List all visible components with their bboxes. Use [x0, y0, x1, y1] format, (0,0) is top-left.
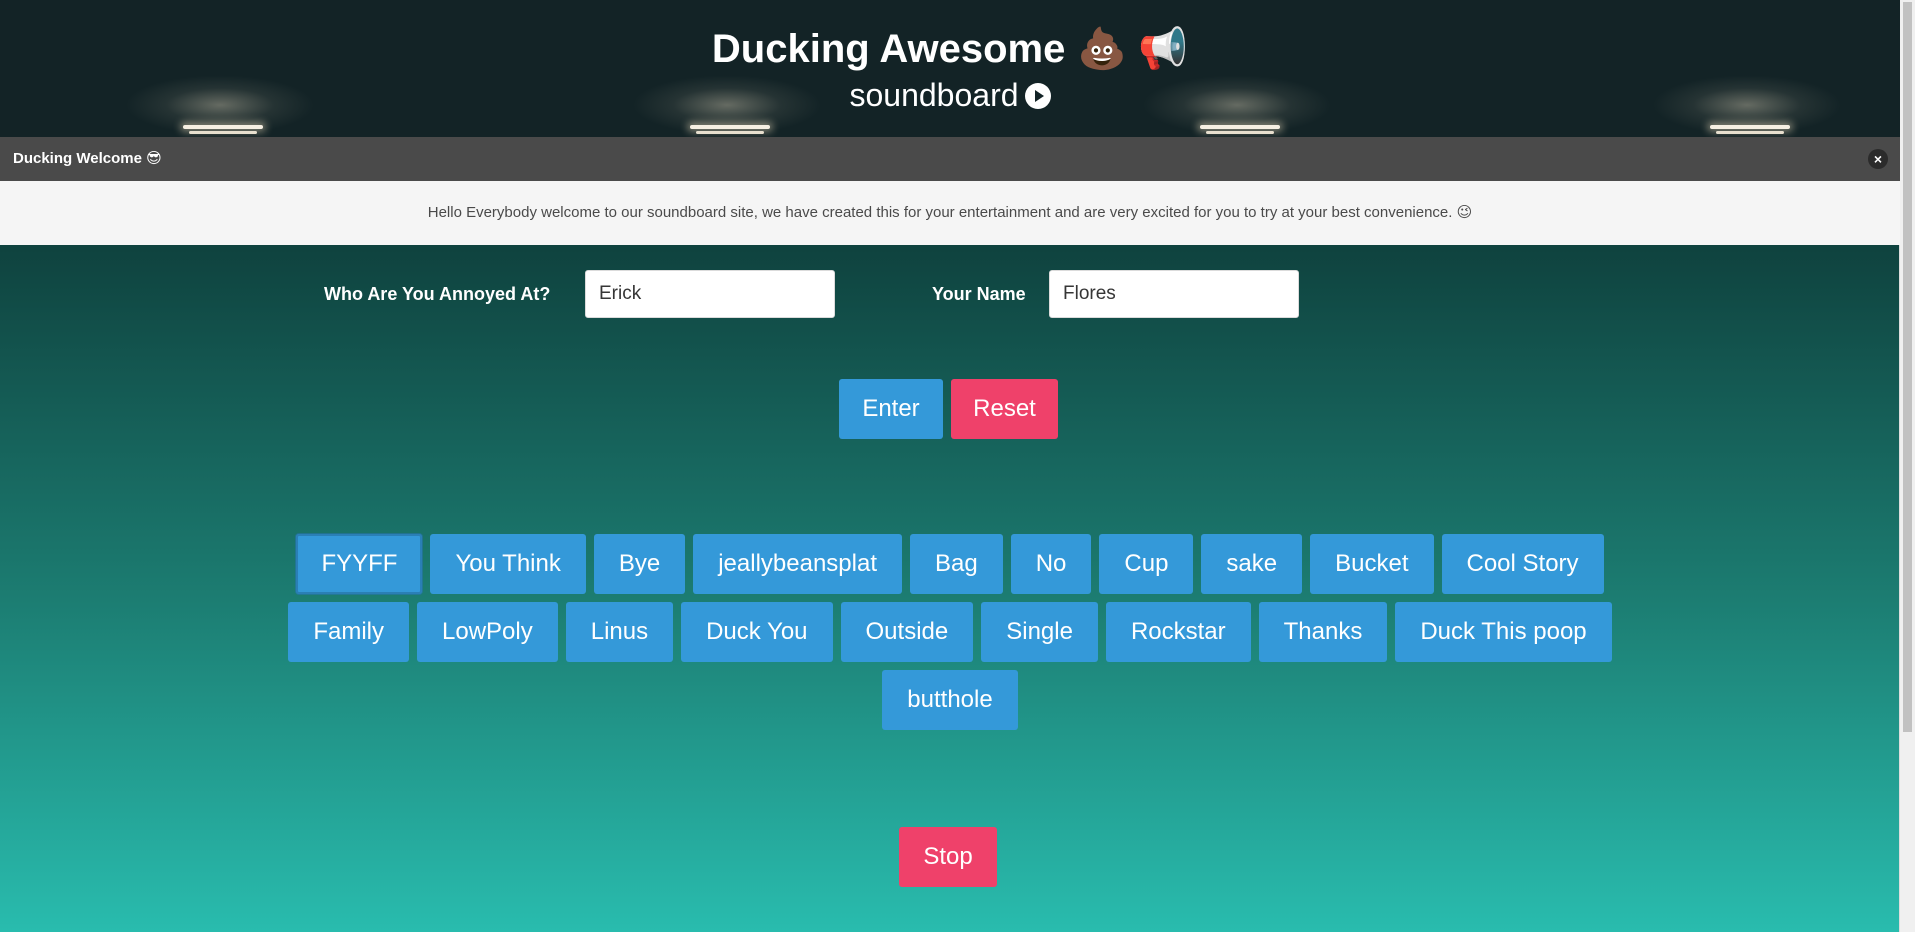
- sound-button[interactable]: butthole: [882, 670, 1018, 730]
- sound-button[interactable]: Family: [288, 602, 409, 662]
- sound-button[interactable]: You Think: [430, 534, 586, 594]
- sound-button[interactable]: Bag: [910, 534, 1003, 594]
- play-icon[interactable]: [1024, 83, 1051, 109]
- page-subtitle-text: soundboard: [849, 77, 1019, 113]
- sound-button[interactable]: Rockstar: [1105, 602, 1251, 662]
- sound-row-2: Family LowPoly Linus Duck You Outside Single R…: [0, 602, 1900, 662]
- sound-buttons-grid: FYYFF You Think Bye jeallybeansplat Bag No Cup…: [0, 534, 1900, 738]
- stop-button[interactable]: Stop: [899, 827, 997, 887]
- sound-button[interactable]: Single: [981, 602, 1098, 662]
- sound-row-3: butthole: [0, 670, 1900, 730]
- sound-button[interactable]: Linus: [565, 602, 674, 662]
- sound-button[interactable]: Cup: [1099, 534, 1194, 594]
- hero-header: Ducking Awesome 💩 📢 soundboard: [0, 0, 1900, 137]
- sound-button[interactable]: Duck This poop: [1395, 602, 1612, 662]
- welcome-notice-message: Hello Everybody welcome to our soundboar…: [0, 181, 1900, 245]
- scrollbar-thumb[interactable]: [1903, 2, 1912, 732]
- poop-megaphone-icons: 💩 📢: [1077, 27, 1189, 71]
- sound-button[interactable]: No: [1010, 534, 1092, 594]
- annoyed-at-input[interactable]: [585, 270, 835, 318]
- page-subtitle: soundboard: [0, 74, 1900, 116]
- your-name-input[interactable]: [1049, 270, 1299, 318]
- welcome-notice-header: Ducking Welcome 😎 ×: [0, 137, 1900, 181]
- sound-button[interactable]: sake: [1201, 534, 1303, 594]
- sound-button[interactable]: Thanks: [1258, 602, 1388, 662]
- page-title: Ducking Awesome 💩 📢: [0, 22, 1900, 76]
- close-icon[interactable]: ×: [1868, 149, 1888, 169]
- enter-button[interactable]: Enter: [839, 379, 943, 439]
- page-title-text: Ducking Awesome: [711, 27, 1066, 71]
- sound-button[interactable]: Duck You: [681, 602, 833, 662]
- your-name-label: Your Name: [932, 284, 1026, 304]
- reset-button[interactable]: Reset: [951, 379, 1058, 439]
- annoyed-at-label: Who Are You Annoyed At?: [324, 284, 551, 304]
- sound-row-1: FYYFF You Think Bye jeallybeansplat Bag No Cup…: [0, 534, 1900, 594]
- sound-button[interactable]: Bye: [593, 534, 686, 594]
- page-scrollbar[interactable]: [1899, 0, 1915, 932]
- sound-button[interactable]: LowPoly: [417, 602, 558, 662]
- welcome-notice-title: Ducking Welcome 😎: [13, 150, 162, 167]
- sound-button[interactable]: jeallybeansplat: [693, 534, 902, 594]
- sound-button[interactable]: Bucket: [1310, 534, 1434, 594]
- sound-button[interactable]: Outside: [840, 602, 974, 662]
- sound-button[interactable]: Cool Story: [1441, 534, 1604, 594]
- sound-button[interactable]: FYYFF: [296, 534, 423, 594]
